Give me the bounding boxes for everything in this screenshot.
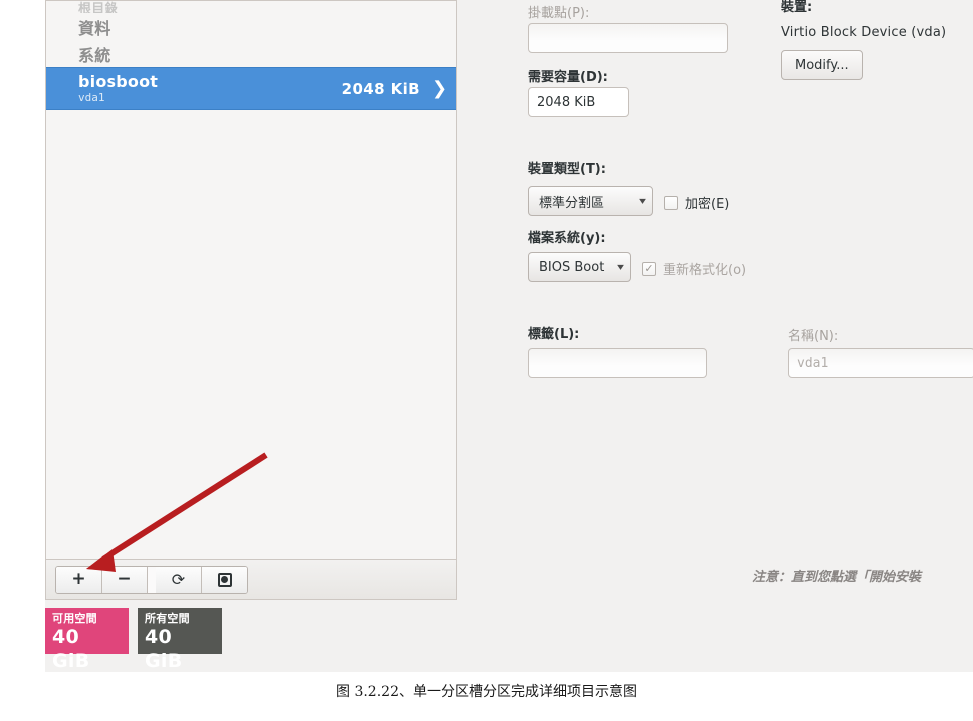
toolbar-button-group: + − ⟳ [55,565,248,594]
add-partition-button[interactable]: + [56,566,102,593]
mount-point-label: 掛載點(P): [528,6,590,21]
screenshot-root: 根目錄 資料 系統 biosboot vda1 2048 KiB ❯ + − ⟳… [0,0,973,721]
total-space-badge: 所有空間 40 GiB [138,608,222,672]
partition-entry-device: vda1 [78,91,105,104]
encrypt-checkbox[interactable] [664,195,678,210]
partition-list-scroll[interactable]: 根目錄 資料 系統 biosboot vda1 2048 KiB ❯ [46,1,456,559]
chevron-down-icon: ▾ [639,195,646,207]
disk-icon [217,572,232,587]
label-field-label: 標籤(L): [528,327,580,342]
desired-capacity-label: 需要容量(D): [528,70,608,85]
modify-device-button[interactable]: Modify... [781,50,863,80]
file-system-select[interactable]: BIOS Boot ▾ [528,252,631,282]
partition-list-panel: 根目錄 資料 系統 biosboot vda1 2048 KiB ❯ + − ⟳ [45,0,457,600]
reformat-checkbox[interactable]: ✓ [642,261,656,276]
desired-capacity-input[interactable]: 2048 KiB [528,87,629,117]
toolbar-separator [148,567,156,593]
partition-entry-text: biosboot vda1 [78,73,342,104]
encrypt-label: 加密(E) [685,197,730,212]
chevron-down-icon: ▾ [617,261,624,273]
name-field-label: 名稱(N): [788,329,839,344]
anaconda-manual-partition-window: 根目錄 資料 系統 biosboot vda1 2048 KiB ❯ + − ⟳… [45,0,973,672]
available-space-value: 40 GiB [52,626,90,672]
file-system-label: 檔案系統(y): [528,231,606,246]
refresh-button[interactable]: ⟳ [156,566,202,593]
file-system-selected-value: BIOS Boot [539,259,605,275]
total-space-label: 所有空間 [145,612,190,625]
total-space-value: 40 GiB [145,626,183,672]
encrypt-checkbox-row[interactable]: 加密(E) [664,193,729,212]
mount-point-input[interactable] [528,23,728,53]
capacity-badges: 可用空間 40 GiB 所有空間 40 GiB [45,608,222,672]
partition-list-toolbar: + − ⟳ [46,559,456,599]
device-info-name: Virtio Block Device (vda) [781,25,947,40]
name-field-input[interactable]: vda1 [788,348,973,378]
reformat-checkbox-row[interactable]: ✓ 重新格式化(o) [642,259,746,278]
device-type-select[interactable]: 標準分割區 ▾ [528,186,653,216]
refresh-icon: ⟳ [171,569,186,589]
installation-note: 注意：直到您點選「開始安裝 [752,570,922,585]
reformat-label: 重新格式化(o) [663,263,747,278]
chevron-right-icon[interactable]: ❯ [432,79,447,98]
partition-group-row-system[interactable]: 系統 [46,40,456,67]
partition-entry-biosboot[interactable]: biosboot vda1 2048 KiB ❯ [46,67,456,110]
device-info-title: 裝置: [781,0,813,15]
figure-caption: 图 3.2.22、单一分区槽分区完成详细项目示意图 [336,684,637,700]
partition-detail-form: 掛載點(P): 需要容量(D): 2048 KiB 裝置類型(T): 標準分割區… [470,0,973,600]
partition-entry-name: biosboot [78,72,159,91]
label-field-input[interactable] [528,348,707,378]
partition-entry-size: 2048 KiB [341,79,420,98]
partition-group-row-cutoff[interactable]: 根目錄 [46,1,456,14]
device-type-label: 裝置類型(T): [528,162,606,177]
configure-storage-button[interactable] [202,566,247,593]
available-space-badge: 可用空間 40 GiB [45,608,129,672]
partition-group-row-data[interactable]: 資料 [46,13,456,40]
device-type-selected-value: 標準分割區 [539,195,605,211]
device-info-block: 裝置: Virtio Block Device (vda) Modify... [781,0,973,80]
available-space-label: 可用空間 [52,612,97,625]
remove-partition-button[interactable]: − [102,566,148,593]
plus-icon: + [71,569,86,589]
minus-icon: − [117,569,132,589]
